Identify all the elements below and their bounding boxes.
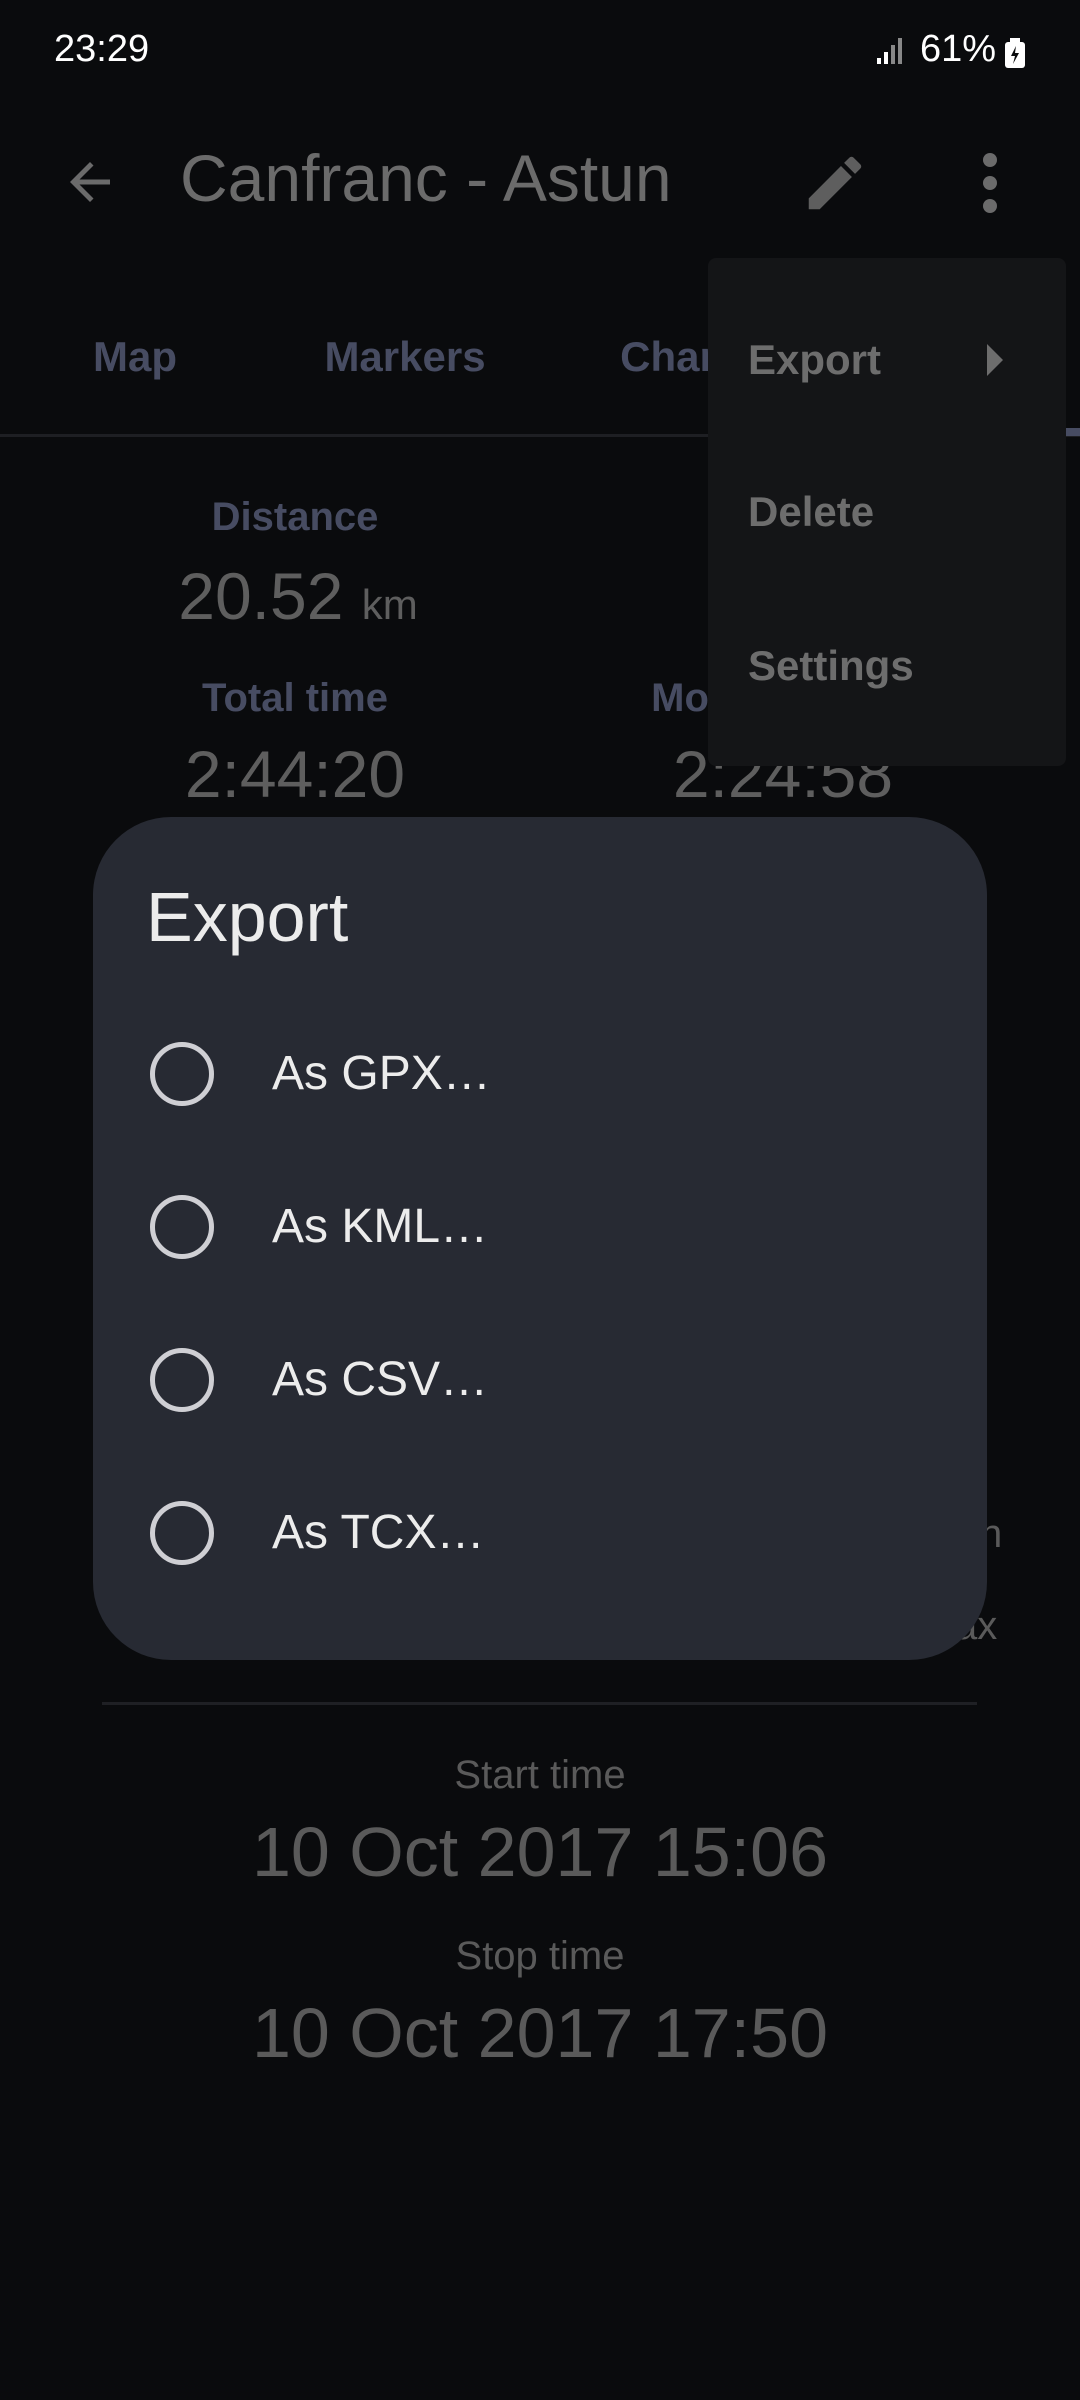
option-kml[interactable]: As KML… <box>93 1157 987 1297</box>
option-label: As TCX… <box>272 1506 485 1559</box>
menu-item-delete[interactable]: Delete <box>708 452 1066 576</box>
battery-charging-icon <box>1005 38 1025 68</box>
tab-indicator <box>1066 428 1080 436</box>
dialog-title: Export <box>146 878 349 956</box>
tab-map[interactable]: Map <box>93 333 177 381</box>
moving-time-label: Mo <box>651 676 709 720</box>
signal-icon <box>877 38 902 64</box>
start-time-label: Start time <box>454 1753 626 1797</box>
menu-item-label: Settings <box>748 642 914 689</box>
menu-item-label: Delete <box>748 488 875 535</box>
distance-unit: km <box>361 581 418 628</box>
distance-value: 20.52 km <box>178 558 418 634</box>
menu-item-settings[interactable]: Settings <box>708 604 1066 728</box>
overflow-menu: Export Delete Settings <box>708 258 1066 766</box>
tab-charts[interactable]: Char <box>620 333 716 381</box>
menu-item-label: Export <box>748 336 882 383</box>
more-vert-icon[interactable] <box>970 150 1010 216</box>
tab-markers[interactable]: Markers <box>324 333 485 381</box>
distance-label: Distance <box>211 495 379 539</box>
total-time-label: Total time <box>202 676 388 720</box>
radio-button[interactable] <box>150 1348 214 1412</box>
submenu-arrow-icon <box>987 344 1003 376</box>
distance-number: 20.52 <box>178 559 344 633</box>
radio-button[interactable] <box>150 1501 214 1565</box>
radio-button[interactable] <box>150 1195 214 1259</box>
option-gpx[interactable]: As GPX… <box>93 1004 987 1144</box>
stop-time-value: 10 Oct 2017 17:50 <box>252 1994 828 2072</box>
divider <box>102 1702 977 1705</box>
option-label: As CSV… <box>272 1353 489 1406</box>
back-arrow-icon[interactable] <box>60 152 120 212</box>
start-time-value: 10 Oct 2017 15:06 <box>252 1813 828 1891</box>
option-label: As GPX… <box>272 1047 491 1100</box>
pencil-icon[interactable] <box>800 148 870 218</box>
status-time: 23:29 <box>54 28 150 70</box>
stop-time-label: Stop time <box>455 1934 625 1978</box>
total-time-value: 2:44:20 <box>184 737 406 811</box>
export-dialog: Export As GPX… As KML… As CSV… As TCX… <box>93 817 987 1660</box>
battery-percent: 61% <box>920 28 997 70</box>
option-csv[interactable]: As CSV… <box>93 1310 987 1450</box>
page-title: Canfranc - Astun <box>180 141 672 215</box>
radio-button[interactable] <box>150 1042 214 1106</box>
menu-item-export[interactable]: Export <box>708 298 1066 422</box>
option-label: As KML… <box>272 1200 489 1253</box>
option-tcx[interactable]: As TCX… <box>93 1463 987 1603</box>
